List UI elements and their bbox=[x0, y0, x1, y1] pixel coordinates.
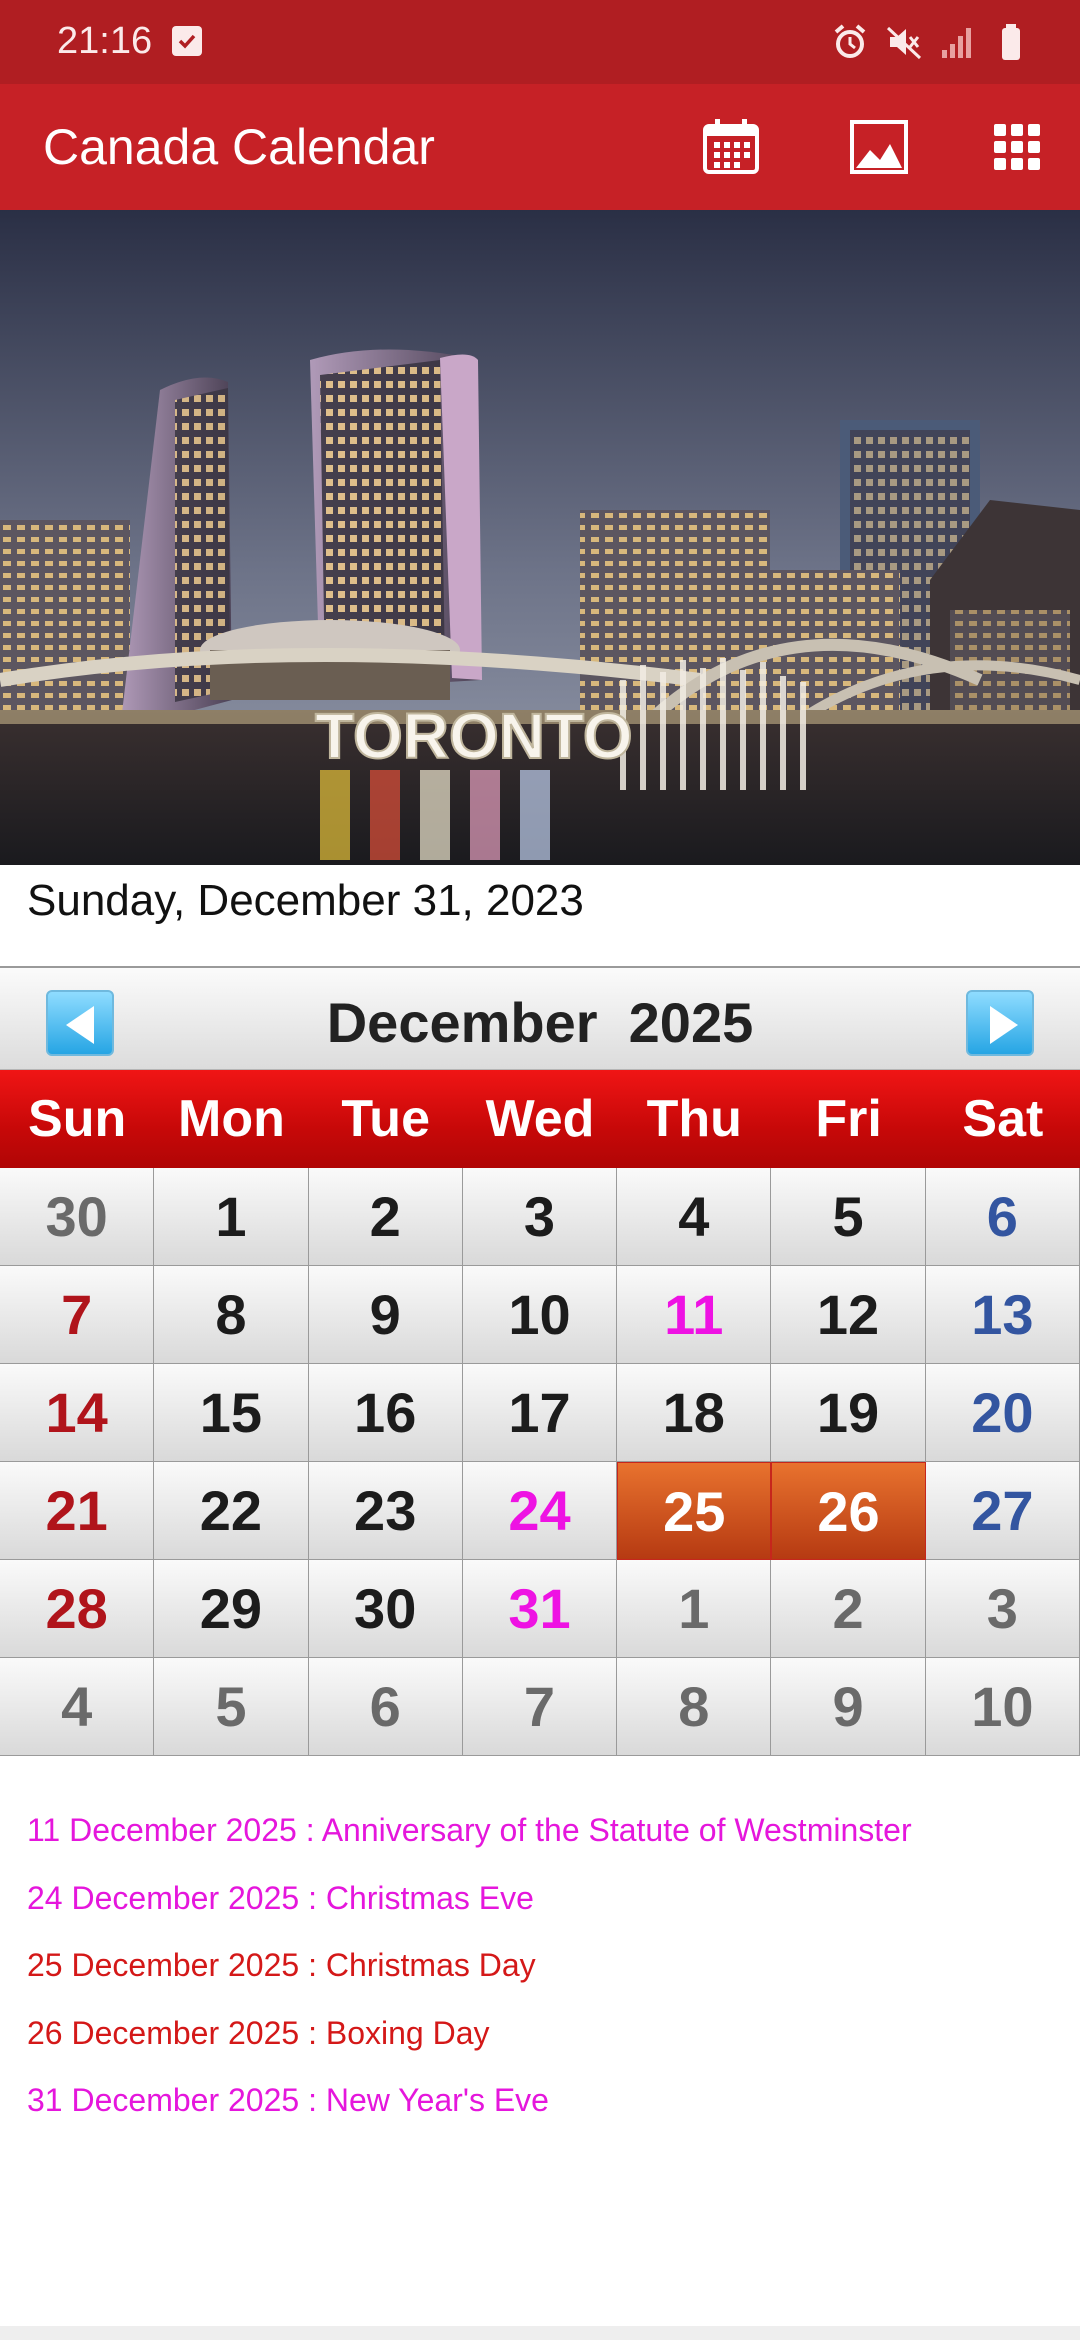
day-cell[interactable]: 8 bbox=[617, 1658, 772, 1756]
bottom-edge bbox=[0, 2326, 1080, 2340]
day-cell[interactable]: 21 bbox=[0, 1462, 155, 1560]
grid-menu-icon[interactable] bbox=[986, 116, 1048, 178]
day-grid: 30 1 2 3 4 5 6 7 8 9 10 11 12 13 14 15 16 17 18 19 20 21 22 23 2… bbox=[0, 1168, 1080, 1756]
signal-icon bbox=[940, 22, 976, 62]
day-cell[interactable]: 6 bbox=[308, 1658, 463, 1756]
day-cell[interactable]: 17 bbox=[462, 1364, 618, 1462]
checkbox-notification-icon bbox=[172, 26, 202, 56]
status-bar: 21:16 bbox=[0, 0, 1080, 84]
day-cell[interactable]: 28 bbox=[0, 1560, 155, 1658]
image-icon[interactable] bbox=[848, 116, 910, 178]
holiday-item: 24 December 2025 : Christmas Eve bbox=[27, 1879, 534, 1916]
day-cell[interactable]: 12 bbox=[771, 1266, 926, 1364]
holiday-item: 25 December 2025 : Christmas Day bbox=[27, 1947, 536, 1983]
day-cell[interactable]: 16 bbox=[308, 1364, 463, 1462]
holiday-item: 31 December 2025 : New Year's Eve bbox=[27, 2082, 549, 2118]
day-cell[interactable]: 15 bbox=[154, 1364, 309, 1462]
day-cell[interactable]: 2 bbox=[308, 1168, 463, 1266]
holiday-list: 11 December 2025 : Anniversary of the St… bbox=[27, 1810, 1067, 2148]
day-cell[interactable]: 26 bbox=[771, 1462, 926, 1560]
day-cell[interactable]: 23 bbox=[308, 1462, 463, 1560]
next-month-button[interactable] bbox=[966, 990, 1034, 1056]
calendar-icon[interactable] bbox=[700, 116, 762, 178]
calendar: December 2025 Sun Mon Tue Wed Thu Fri Sat 30 1 2… bbox=[0, 966, 1080, 1756]
weekday-label: Tue bbox=[341, 1090, 430, 1148]
day-cell[interactable]: 3 bbox=[925, 1560, 1080, 1658]
holiday-item: 11 December 2025 : Anniversary of the St… bbox=[27, 1812, 912, 1848]
day-cell[interactable]: 29 bbox=[154, 1560, 309, 1658]
weekday-label: Thu bbox=[646, 1090, 742, 1148]
day-cell[interactable]: 4 bbox=[0, 1658, 155, 1756]
weekday-label: Fri bbox=[815, 1090, 882, 1148]
day-cell[interactable]: 8 bbox=[154, 1266, 309, 1364]
weekday-label: Wed bbox=[485, 1090, 595, 1148]
day-cell[interactable]: 30 bbox=[308, 1560, 463, 1658]
weekday-label: Sun bbox=[28, 1090, 127, 1148]
day-cell[interactable]: 24 bbox=[462, 1462, 618, 1560]
day-cell[interactable]: 9 bbox=[771, 1658, 926, 1756]
weekday-label: Mon bbox=[178, 1090, 285, 1148]
weekday-header: Sun Mon Tue Wed Thu Fri Sat bbox=[0, 1070, 1080, 1168]
day-cell[interactable]: 7 bbox=[0, 1266, 155, 1364]
toronto-sign: TORONTO bbox=[315, 700, 633, 772]
mute-icon bbox=[886, 22, 922, 62]
day-cell[interactable]: 22 bbox=[154, 1462, 309, 1560]
battery-icon bbox=[994, 22, 1030, 62]
hero-image: TORONTO bbox=[0, 210, 1080, 865]
calendar-header: December 2025 bbox=[0, 968, 1080, 1070]
day-cell[interactable]: 1 bbox=[617, 1560, 772, 1658]
day-cell[interactable]: 25 bbox=[617, 1462, 772, 1560]
day-cell[interactable]: 5 bbox=[771, 1168, 926, 1266]
status-icons bbox=[832, 22, 1030, 62]
day-cell[interactable]: 10 bbox=[925, 1658, 1080, 1756]
day-cell[interactable]: 10 bbox=[462, 1266, 618, 1364]
holiday-item: 26 December 2025 : Boxing Day bbox=[27, 2014, 490, 2051]
day-cell[interactable]: 9 bbox=[308, 1266, 463, 1364]
day-cell[interactable]: 1 bbox=[154, 1168, 309, 1266]
today-date: Sunday, December 31, 2023 bbox=[27, 876, 584, 925]
status-time: 21:16 bbox=[57, 20, 153, 62]
day-cell[interactable]: 31 bbox=[462, 1560, 618, 1658]
day-cell[interactable]: 11 bbox=[617, 1266, 772, 1364]
weekday-label: Sat bbox=[962, 1090, 1044, 1148]
day-cell[interactable]: 20 bbox=[925, 1364, 1080, 1462]
day-cell[interactable]: 3 bbox=[462, 1168, 618, 1266]
day-cell[interactable]: 19 bbox=[771, 1364, 926, 1462]
day-cell[interactable]: 5 bbox=[154, 1658, 309, 1756]
day-cell[interactable]: 6 bbox=[925, 1168, 1080, 1266]
alarm-icon bbox=[832, 22, 868, 62]
arrow-right-icon bbox=[990, 1006, 1018, 1044]
app-title: Canada Calendar bbox=[43, 119, 435, 175]
day-cell[interactable]: 27 bbox=[925, 1462, 1080, 1560]
app-bar: Canada Calendar bbox=[0, 84, 1080, 210]
day-cell[interactable]: 2 bbox=[771, 1560, 926, 1658]
day-cell[interactable]: 4 bbox=[617, 1168, 772, 1266]
day-cell[interactable]: 14 bbox=[0, 1364, 155, 1462]
month-title: December 2025 bbox=[326, 991, 754, 1054]
day-cell[interactable]: 13 bbox=[925, 1266, 1080, 1364]
day-cell[interactable]: 30 bbox=[0, 1168, 155, 1266]
day-cell[interactable]: 7 bbox=[462, 1658, 618, 1756]
day-cell[interactable]: 18 bbox=[617, 1364, 772, 1462]
